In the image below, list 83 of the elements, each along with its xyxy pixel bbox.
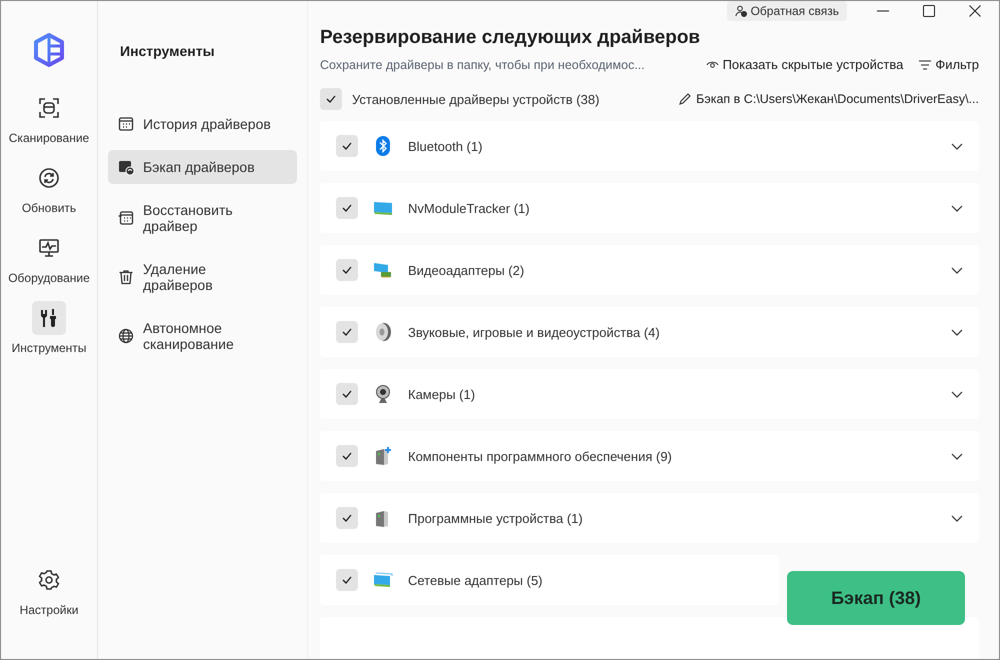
device-category-row[interactable]: NvModuleTracker (1) xyxy=(320,183,979,233)
device-category-row[interactable]: Камеры (1) xyxy=(320,369,979,419)
monitor-icon xyxy=(373,199,393,217)
tools-menu-item[interactable]: Удаление драйверов xyxy=(108,252,297,302)
panel-title: Инструменты xyxy=(119,43,216,59)
computer-tower-icon xyxy=(373,446,393,466)
device-category-row[interactable]: Звуковые, игровые и видеоустройства (4) xyxy=(320,307,979,357)
page-title: Резервирование следующих драйверов xyxy=(320,27,702,49)
nav-item[interactable]: Оборудование xyxy=(8,231,90,285)
backup-path-link[interactable]: Бэкап в C:\Users\Жекан\Documents\DriverEasy\... xyxy=(679,92,979,106)
device-category-name: Звуковые, игровые и видеоустройства (4) xyxy=(408,324,661,340)
checkmark-icon xyxy=(342,328,352,336)
device-category-row[interactable]: Программные устройства (1) xyxy=(320,493,979,543)
chevron-down-icon[interactable] xyxy=(951,328,963,336)
device-category-name: Видеоадаптеры (2) xyxy=(408,262,526,278)
bluetooth-icon xyxy=(376,136,390,156)
device-category-row[interactable]: Bluetooth (1) xyxy=(320,121,979,171)
tools-menu-item[interactable]: История драйверов xyxy=(108,107,297,141)
page-subtitle: Сохраните драйверы в папку, чтобы при необходимос... xyxy=(320,58,646,72)
device-category-row[interactable]: Компоненты программного обеспечения (9) xyxy=(320,431,979,481)
device-category-name: Сетевые адаптеры (5) xyxy=(408,572,544,588)
device-category-row[interactable]: Сетевые адаптеры (5) xyxy=(320,555,779,605)
checkmark-icon xyxy=(342,204,352,212)
feedback-button[interactable]: Обратная связь xyxy=(726,1,847,21)
tools-menu-item[interactable]: Восстановить драйвер xyxy=(108,193,297,243)
speaker-icon xyxy=(374,322,392,342)
device-category-name: Bluetooth (1) xyxy=(408,138,484,154)
nav-item[interactable]: Сканирование xyxy=(8,91,90,145)
checkmark-icon xyxy=(342,514,352,522)
device-category-name: Компоненты программного обеспечения (9) xyxy=(408,448,673,464)
eye-icon xyxy=(706,60,719,70)
maximize-icon[interactable] xyxy=(923,5,935,17)
device-category-name: NvModuleTracker (1) xyxy=(408,200,531,216)
network-monitor-icon xyxy=(373,571,393,589)
show-hidden-button[interactable]: Показать скрытые устройства xyxy=(706,57,904,72)
refresh-icon xyxy=(38,167,60,189)
device-checkbox[interactable] xyxy=(336,197,358,219)
chevron-down-icon[interactable] xyxy=(951,390,963,398)
checkmark-icon xyxy=(326,95,336,103)
calendar-refresh-icon xyxy=(118,159,134,175)
chevron-down-icon[interactable] xyxy=(951,204,963,212)
device-checkbox[interactable] xyxy=(336,321,358,343)
checkmark-icon xyxy=(342,576,352,584)
tools-menu-item[interactable]: Автономное сканирование xyxy=(108,311,297,361)
person-icon xyxy=(734,5,747,17)
settings-icon xyxy=(38,569,60,591)
webcam-icon xyxy=(375,384,391,404)
filter-button[interactable]: Фильтр xyxy=(919,57,979,72)
checkmark-icon xyxy=(342,266,352,274)
app-logo-icon xyxy=(33,33,65,67)
backup-button[interactable]: Бэкап (38) xyxy=(787,571,965,625)
device-checkbox[interactable] xyxy=(336,445,358,467)
device-checkbox[interactable] xyxy=(336,569,358,591)
checkmark-icon xyxy=(342,142,352,150)
minimize-icon[interactable] xyxy=(877,10,889,12)
filter-icon xyxy=(919,60,932,70)
pencil-icon xyxy=(679,93,692,105)
tools-menu-item[interactable]: Бэкап драйверов xyxy=(108,150,297,184)
chevron-down-icon[interactable] xyxy=(951,266,963,274)
calendar-icon xyxy=(118,116,134,132)
device-category-name: Камеры (1) xyxy=(408,386,476,402)
device-category-name: Программные устройства (1) xyxy=(408,510,584,526)
device-category-row[interactable]: Видеоадаптеры (2) xyxy=(320,245,979,295)
select-all-label: Установленные драйверы устройств (38) xyxy=(352,92,600,106)
chevron-down-icon[interactable] xyxy=(951,514,963,522)
device-checkbox[interactable] xyxy=(336,135,358,157)
monitor-pulse-icon xyxy=(38,237,60,259)
device-checkbox[interactable] xyxy=(336,383,358,405)
close-icon[interactable] xyxy=(969,5,981,17)
globe-icon xyxy=(118,328,134,344)
device-checkbox[interactable] xyxy=(336,259,358,281)
chevron-down-icon[interactable] xyxy=(951,142,963,150)
nav-item[interactable]: Обновить xyxy=(22,161,76,215)
checkmark-icon xyxy=(342,390,352,398)
checkmark-icon xyxy=(342,452,352,460)
trash-icon xyxy=(118,269,134,285)
chevron-down-icon[interactable] xyxy=(951,452,963,460)
nav-item[interactable]: Инструменты xyxy=(12,301,86,355)
device-checkbox[interactable] xyxy=(336,507,358,529)
scan-frame-icon xyxy=(38,97,60,119)
settings-item[interactable]: Настройки xyxy=(20,563,78,617)
display-adapter-icon xyxy=(373,261,393,279)
select-all-checkbox[interactable] xyxy=(320,88,342,110)
